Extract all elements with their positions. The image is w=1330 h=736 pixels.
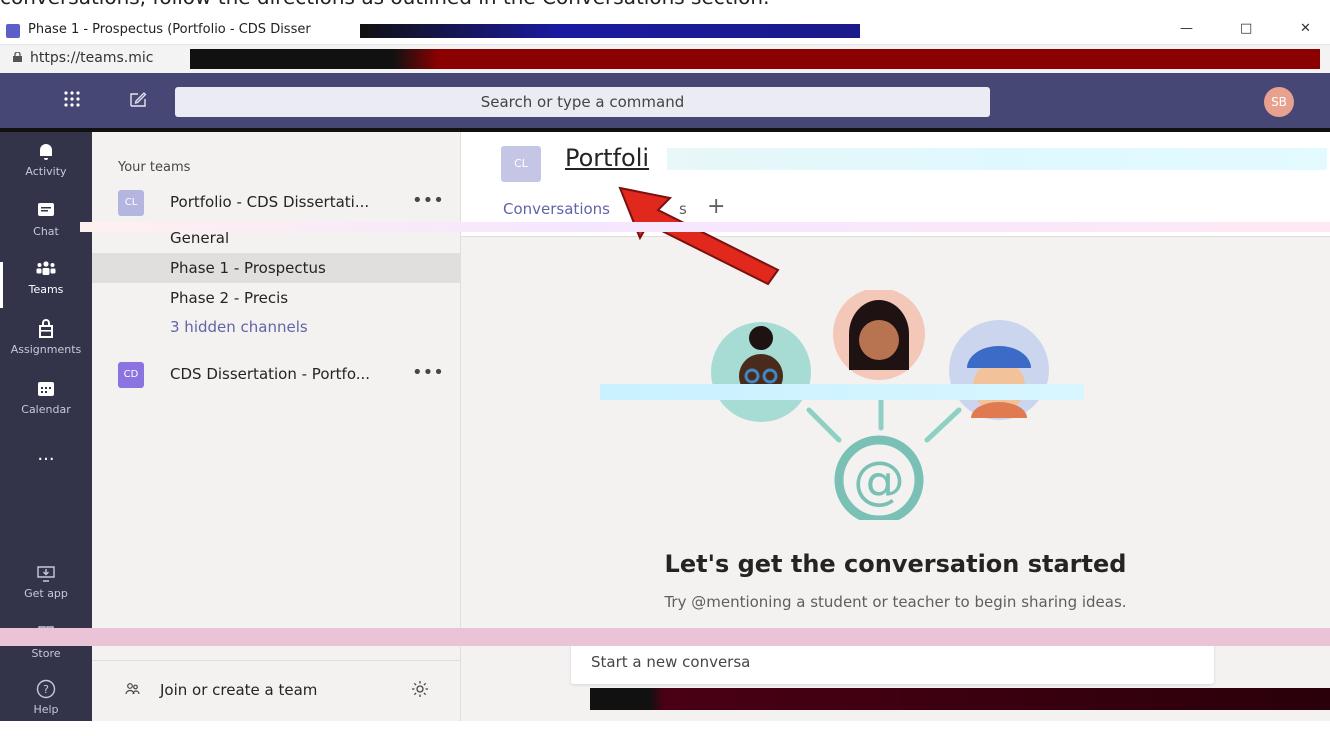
rail-item-assignments[interactable]: Assignments bbox=[0, 318, 92, 376]
maximize-icon[interactable]: □ bbox=[1240, 21, 1252, 36]
your-teams-heading: Your teams bbox=[118, 160, 191, 175]
gear-icon[interactable] bbox=[410, 679, 430, 699]
rail-item-activity[interactable]: Activity bbox=[0, 140, 92, 198]
chat-icon bbox=[38, 203, 54, 216]
browser-tab-title[interactable]: Phase 1 - Prospectus (Portfolio - CDS Di… bbox=[28, 22, 311, 37]
address-bar[interactable]: https://teams.mic bbox=[0, 45, 1330, 74]
conversation-illustration: @ bbox=[711, 290, 1049, 520]
rail-item-calendar[interactable]: Calendar bbox=[0, 378, 92, 436]
minimize-icon[interactable]: — bbox=[1180, 21, 1193, 36]
hidden-channels-link[interactable]: 3 hidden channels bbox=[92, 312, 460, 342]
rail-item-teams[interactable]: Teams bbox=[0, 258, 92, 316]
calendar-icon bbox=[38, 382, 54, 396]
rail-label: Chat bbox=[33, 225, 59, 238]
teams-favicon-icon bbox=[6, 24, 20, 38]
assignments-icon bbox=[39, 319, 53, 338]
url-text[interactable]: https://teams.mic bbox=[30, 50, 153, 66]
bell-icon bbox=[40, 144, 52, 160]
glitch-band bbox=[0, 628, 1330, 646]
channel-title[interactable]: Portfoli bbox=[565, 144, 649, 172]
glitch-band bbox=[0, 128, 1330, 132]
redacted-region bbox=[667, 148, 1327, 170]
join-team-icon bbox=[125, 683, 140, 695]
close-icon[interactable]: ✕ bbox=[1300, 21, 1311, 36]
teams-icon bbox=[36, 261, 56, 275]
glitch-band bbox=[80, 222, 1330, 232]
glitch-band bbox=[600, 384, 1084, 400]
rail-item-help[interactable]: ? Help bbox=[0, 678, 92, 736]
rail-label: Store bbox=[31, 647, 61, 660]
lock-icon bbox=[13, 52, 22, 62]
rail-label: Calendar bbox=[21, 403, 71, 416]
svg-text:@: @ bbox=[853, 451, 905, 511]
svg-text:?: ? bbox=[43, 683, 49, 696]
glitch-band bbox=[590, 688, 1330, 710]
new-conversation-input[interactable]: Start a new conversa bbox=[571, 640, 1214, 684]
channel-label: Phase 1 - Prospectus bbox=[170, 259, 326, 277]
more-options-icon[interactable]: ••• bbox=[412, 190, 444, 211]
rail-label: Teams bbox=[28, 283, 64, 296]
rail-label: Activity bbox=[25, 165, 67, 178]
instruction-text: conversations, follow the directions as … bbox=[0, 0, 1330, 8]
channel-label: 3 hidden channels bbox=[170, 318, 308, 336]
redacted-region bbox=[190, 49, 1320, 69]
rail-item-chat[interactable]: Chat bbox=[0, 200, 92, 258]
team-tile: CL bbox=[118, 190, 144, 216]
redacted-region bbox=[360, 24, 860, 38]
teams-header: Search or type a command SB bbox=[0, 73, 1330, 130]
empty-state-title: Let's get the conversation started bbox=[664, 550, 1127, 578]
rail-label: Help bbox=[33, 703, 59, 716]
compose-icon[interactable] bbox=[128, 89, 148, 109]
channel-phase-2[interactable]: Phase 2 - Precis bbox=[92, 283, 460, 313]
empty-state-subtitle: Try @mentioning a student or teacher to … bbox=[664, 593, 1127, 611]
channel-label: Phase 2 - Precis bbox=[170, 289, 289, 307]
team-row-portfolio[interactable]: CL Portfolio - CDS Dissertati... ••• bbox=[92, 186, 460, 222]
app-launcher-icon[interactable] bbox=[62, 89, 82, 109]
browser-titlebar: Phase 1 - Prospectus (Portfolio - CDS Di… bbox=[0, 18, 1330, 45]
compose-placeholder: Start a new conversa bbox=[591, 653, 751, 671]
rail-label: Get app bbox=[24, 587, 68, 600]
panel-footer: Join or create a team bbox=[92, 660, 460, 722]
help-icon: ? bbox=[36, 679, 56, 699]
rail-label: Assignments bbox=[10, 343, 82, 356]
channel-phase-1[interactable]: Phase 1 - Prospectus bbox=[92, 253, 460, 283]
team-name: CDS Dissertation - Portfo... bbox=[170, 365, 371, 383]
join-or-create-team-link[interactable]: Join or create a team bbox=[160, 681, 317, 699]
team-tile: CD bbox=[118, 362, 144, 388]
download-icon bbox=[37, 566, 55, 582]
team-row-cds[interactable]: CD CDS Dissertation - Portfo... ••• bbox=[92, 358, 460, 394]
user-avatar[interactable]: SB bbox=[1264, 87, 1294, 117]
rail-item-get-app[interactable]: Get app bbox=[0, 562, 92, 620]
annotation-arrow-icon bbox=[618, 186, 780, 286]
more-apps-icon[interactable]: ... bbox=[0, 444, 92, 502]
more-options-icon[interactable]: ••• bbox=[412, 362, 444, 383]
channel-team-tile: CL bbox=[501, 146, 541, 182]
team-name: Portfolio - CDS Dissertati... bbox=[170, 193, 370, 211]
channel-header: CL Portfoli Conversations s + bbox=[461, 130, 1330, 237]
tab-conversations[interactable]: Conversations bbox=[503, 200, 610, 218]
search-input[interactable]: Search or type a command bbox=[175, 87, 990, 117]
